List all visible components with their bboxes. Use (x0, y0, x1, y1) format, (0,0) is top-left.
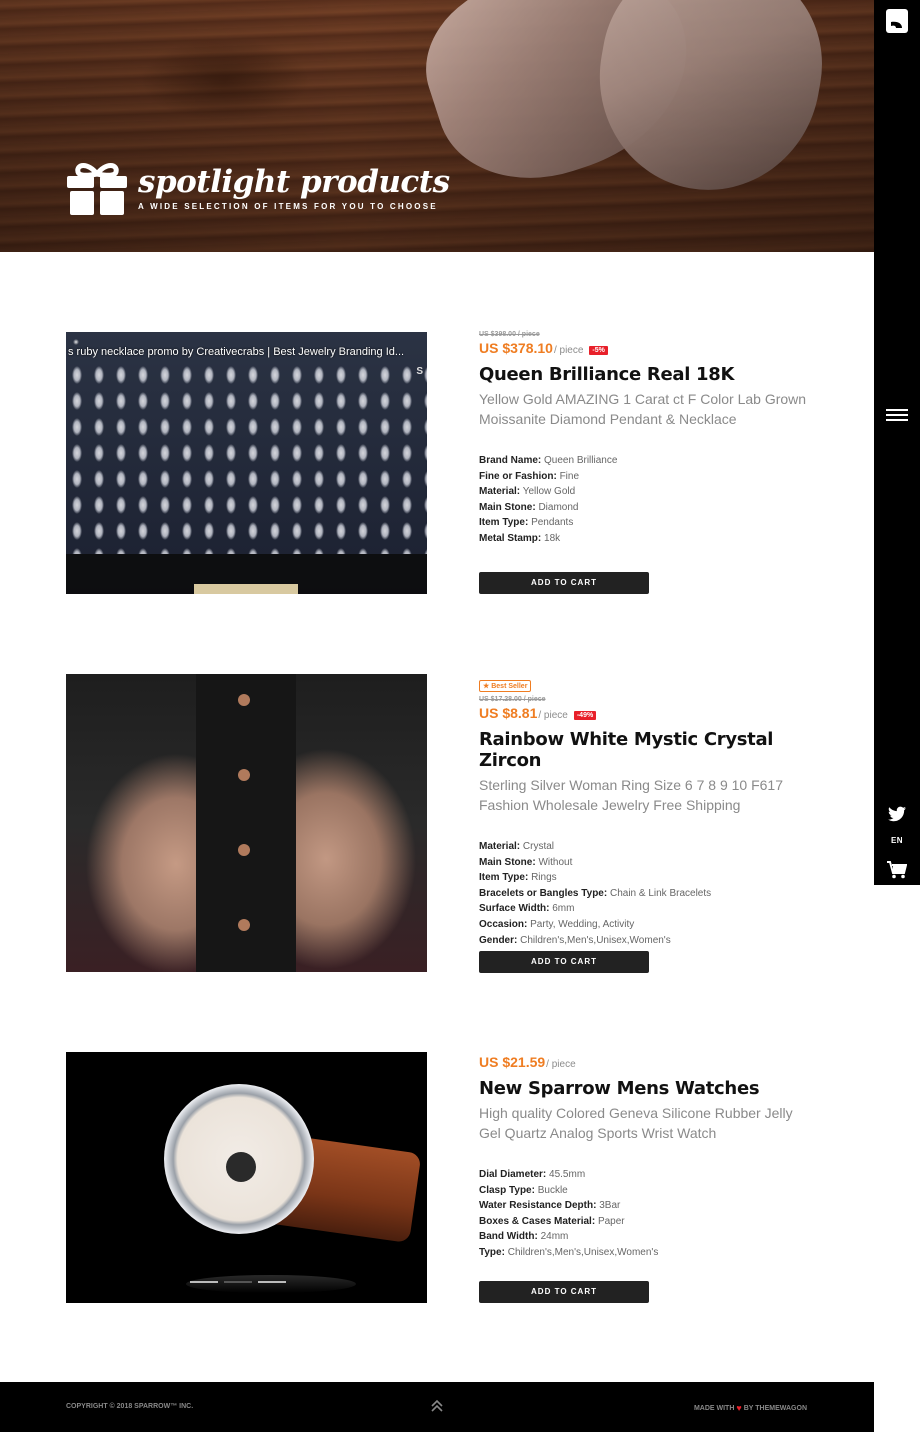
watch-dial-graphic (226, 1152, 256, 1182)
brand-logo-icon[interactable] (886, 9, 908, 33)
price-unit: / piece (538, 710, 568, 721)
hero-heading: spotlight products A WIDE SELECTION OF I… (66, 160, 450, 216)
spec-row: Main Stone: Without (479, 856, 573, 868)
cart-icon[interactable] (887, 861, 907, 879)
product-info: US $21.59 / piece New Sparrow Mens Watch… (479, 1052, 809, 1261)
spec-row: Occasion: Party, Wedding, Activity (479, 918, 635, 930)
scroll-to-top-icon[interactable] (430, 1399, 444, 1413)
image-thumbnail (194, 584, 298, 594)
product-info: ★ Best Seller US $17.28.00 / piece US $8… (479, 675, 809, 948)
button-graphic (238, 694, 250, 706)
product-specs: Brand Name: Queen Brilliance Fine or Fas… (479, 453, 809, 547)
spec-row: Item Type: Pendants (479, 517, 574, 529)
spec-row: Type: Children's,Men's,Unisex,Women's (479, 1246, 659, 1258)
image-caption: s ruby necklace promo by Creativecrabs |… (68, 346, 405, 358)
discount-badge: -5% (589, 346, 608, 355)
product-image-watch[interactable] (66, 1052, 427, 1303)
product-specs: Dial Diameter: 45.5mm Clasp Type: Buckle… (479, 1167, 809, 1261)
heart-icon: ♥ (736, 1403, 742, 1413)
language-switch[interactable]: EN (874, 836, 920, 845)
product-image-rings[interactable] (66, 674, 427, 972)
product-info: US $398.00 / piece US $378.10 / piece -5… (479, 331, 809, 547)
spec-row: Brand Name: Queen Brilliance (479, 455, 618, 466)
footer: COPYRIGHT © 2018 SPARROW™ INC. MADE WITH… (0, 1382, 874, 1432)
spec-row: Bracelets or Bangles Type: Chain & Link … (479, 887, 712, 899)
pager-dot[interactable] (190, 1281, 218, 1283)
menu-icon[interactable] (886, 409, 908, 421)
product-name: New Sparrow Mens Watches (479, 1078, 760, 1099)
star-icon: ★ (483, 683, 490, 690)
spec-row: Water Resistance Depth: 3Bar (479, 1200, 621, 1212)
spec-row: Fine or Fashion: Fine (479, 470, 580, 482)
product-description: High quality Colored Geneva Silicone Rub… (479, 1105, 793, 1141)
button-graphic (238, 769, 250, 781)
pager-dot[interactable] (258, 1281, 286, 1283)
spec-row: Metal Stamp: 18k (479, 532, 561, 544)
gift-icon (67, 163, 127, 215)
add-to-cart-button[interactable]: ADD TO CART (479, 572, 649, 594)
price: US $378.10 (479, 340, 553, 356)
copyright-text: COPYRIGHT © 2018 SPARROW™ INC. (66, 1403, 194, 1410)
spec-row: Material: Yellow Gold (479, 486, 576, 498)
spec-row: Clasp Type: Buckle (479, 1184, 568, 1196)
spec-row: Gender: Children's,Men's,Unisex,Women's (479, 934, 671, 946)
hero-title: spotlight products (138, 164, 450, 200)
spec-row: Band Width: 24mm (479, 1231, 569, 1243)
old-price: US $17.28.00 / piece (479, 696, 546, 703)
add-to-cart-button[interactable]: ADD TO CART (479, 1281, 649, 1303)
hero-subtitle: A WIDE SELECTION OF ITEMS FOR YOU TO CHO… (138, 202, 438, 211)
product-name: Rainbow White Mystic Crystal Zircon (479, 729, 774, 771)
product-image-necklace[interactable]: s ruby necklace promo by Creativecrabs |… (66, 332, 427, 594)
hero-banner: spotlight products A WIDE SELECTION OF I… (0, 0, 874, 252)
product-name: Queen Brilliance Real 18K (479, 364, 735, 385)
price: US $21.59 (479, 1054, 546, 1070)
watch-reflection-graphic (186, 1275, 356, 1293)
image-pager[interactable] (190, 1281, 286, 1283)
button-graphic (238, 919, 250, 931)
best-seller-badge: ★ Best Seller (479, 680, 532, 692)
image-label: S (416, 366, 423, 377)
spec-row: Item Type: Rings (479, 872, 557, 884)
price-unit: / piece (546, 1059, 576, 1070)
spec-row: Main Stone: Diamond (479, 501, 579, 513)
spec-row: Boxes & Cases Material: Paper (479, 1215, 625, 1227)
price-unit: / piece (553, 345, 584, 356)
spec-row: Surface Width: 6mm (479, 903, 575, 915)
discount-badge: -49% (573, 711, 597, 720)
twitter-icon[interactable] (888, 806, 906, 822)
spec-row: Material: Crystal (479, 841, 555, 852)
old-price: US $398.00 / piece (479, 331, 540, 338)
right-sidebar: EN (874, 0, 920, 885)
made-with-text: MADE WITH (693, 1404, 735, 1412)
product-description: Yellow Gold AMAZING 1 Carat ct F Color L… (479, 391, 807, 427)
necklace-graphic (66, 362, 427, 554)
button-graphic (238, 844, 250, 856)
product-description: Sterling Silver Woman Ring Size 6 7 8 9 … (479, 777, 784, 813)
product-specs: Material: Crystal Main Stone: Without It… (479, 839, 809, 948)
add-to-cart-button[interactable]: ADD TO CART (479, 951, 649, 973)
themewagon-link[interactable]: BY THEMEWAGON (744, 1405, 807, 1412)
made-with-credit: MADE WITH ♥ BY THEMEWAGON (694, 1403, 807, 1413)
pager-dot[interactable] (224, 1281, 252, 1283)
spec-row: Dial Diameter: 45.5mm (479, 1169, 586, 1180)
price: US $8.81 (479, 705, 538, 721)
